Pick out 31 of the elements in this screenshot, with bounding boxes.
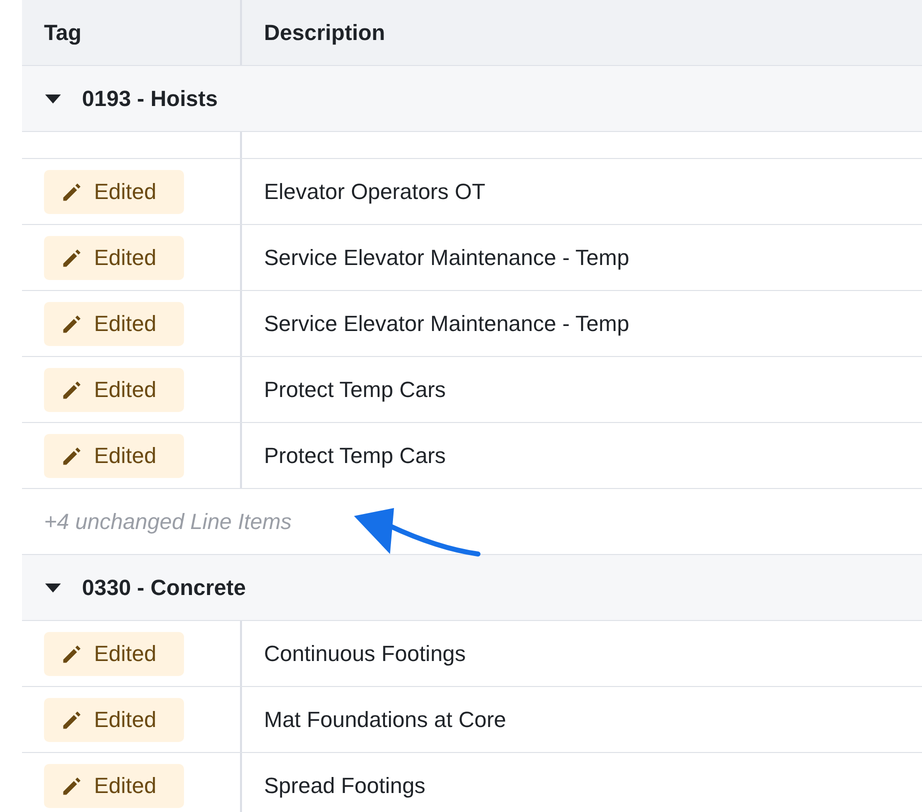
edited-badge: Edited (44, 632, 184, 676)
column-header: Tag (44, 20, 82, 46)
table-cell: Service Elevator Maintenance - Temp (264, 310, 630, 336)
unchanged-items-note: +4 unchanged Line Items (44, 508, 292, 534)
table-cell: Service Elevator Maintenance - Temp (264, 244, 630, 270)
table-cell: Continuous Footings (264, 640, 466, 666)
pencil-icon (62, 248, 82, 268)
group-row[interactable]: 0330 - Concrete (22, 555, 922, 621)
table-cell: Spread Footings (264, 772, 426, 798)
edited-badge: Edited (44, 434, 184, 478)
pencil-icon (62, 182, 82, 202)
pencil-icon (62, 710, 82, 730)
edited-badge: Edited (44, 302, 184, 346)
pencil-icon (62, 644, 82, 664)
edited-badge: Edited (44, 698, 184, 742)
pencil-icon (62, 776, 82, 796)
edited-badge: Edited (44, 170, 184, 214)
pencil-icon (62, 314, 82, 334)
table-cell: Protect Temp Cars (264, 442, 446, 468)
group-title: 0330 - Concrete (82, 574, 246, 600)
pencil-icon (62, 446, 82, 466)
table-cell: Elevator Operators OT (264, 178, 486, 204)
group-row[interactable]: 0193 - Hoists (22, 66, 922, 132)
pencil-icon (62, 380, 82, 400)
table-cell: Mat Foundations at Core (264, 706, 506, 732)
table-cell: Protect Temp Cars (264, 376, 446, 402)
edited-badge: Edited (44, 764, 184, 808)
edited-badge: Edited (44, 236, 184, 280)
edited-badge: Edited (44, 368, 184, 412)
group-title: 0193 - Hoists (82, 86, 218, 112)
column-header: Description (264, 20, 386, 46)
